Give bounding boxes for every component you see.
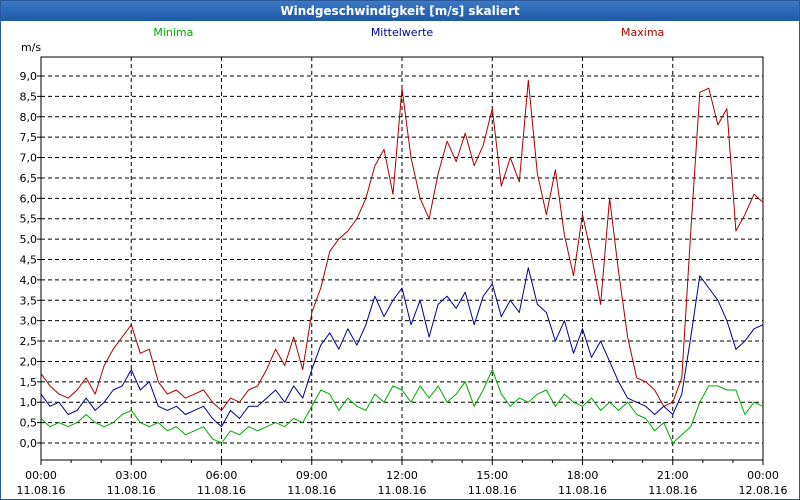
x-tick-time: 18:00: [567, 469, 599, 482]
x-tick-date: 11.08.16: [378, 484, 427, 497]
y-axis-label: m/s: [21, 41, 41, 54]
x-tick-time: 06:00: [206, 469, 238, 482]
x-tick-date: 11.08.16: [17, 484, 66, 497]
chart-window: Windgeschwindigkeit [m/s] skaliert m/s 0…: [0, 0, 800, 500]
x-tick-time: 09:00: [296, 469, 328, 482]
x-tick-date: 12.08.16: [739, 484, 788, 497]
y-tick-label: 4,0: [20, 274, 38, 287]
y-tick-label: 8,5: [20, 90, 38, 103]
x-tick-date: 11.08.16: [558, 484, 607, 497]
y-axis: 0,0 0,5 1,0 1,5 2,0 2,5 3,0 3,5 4,0 4,5 5,0 5,5 6,0 6…: [20, 70, 41, 450]
x-tick-date: 11.08.16: [197, 484, 246, 497]
y-tick-label: 7,0: [20, 152, 38, 165]
x-tick-date: 11.08.16: [107, 484, 156, 497]
y-tick-label: 2,0: [20, 355, 38, 368]
x-tick-time: 03:00: [115, 469, 147, 482]
plot-area: [40, 56, 764, 461]
y-tick-label: 2,5: [20, 335, 38, 348]
grid-lines: [41, 57, 763, 460]
y-tick-label: 6,5: [20, 172, 38, 185]
y-tick-label: 4,5: [20, 254, 38, 267]
x-tick-date: 11.08.16: [287, 484, 336, 497]
x-tick-date: 11.08.16: [648, 484, 697, 497]
window-title: Windgeschwindigkeit [m/s] skaliert: [1, 1, 799, 21]
legend: Minima Mittelwerte Maxima: [153, 26, 664, 39]
y-tick-label: 6,0: [20, 192, 38, 205]
y-tick-label: 7,5: [20, 131, 38, 144]
x-tick-time: 15:00: [476, 469, 508, 482]
legend-entry-mittelwerte: Mittelwerte: [371, 26, 434, 39]
y-tick-label: 8,0: [20, 111, 38, 124]
legend-entry-minima: Minima: [153, 26, 193, 39]
x-tick-date: 11.08.16: [468, 484, 517, 497]
y-tick-label: 1,0: [20, 396, 38, 409]
x-axis: 00:00 11.08.16 03:00 11.08.16 06:00 11.08.16 0…: [17, 460, 788, 497]
y-tick-label: 3,0: [20, 315, 38, 328]
y-tick-label: 0,0: [20, 437, 38, 450]
y-tick-label: 0,5: [20, 417, 38, 430]
y-tick-label: 9,0: [20, 70, 38, 83]
x-tick-time: 12:00: [386, 469, 418, 482]
x-tick-time: 21:00: [657, 469, 689, 482]
y-tick-label: 3,5: [20, 294, 38, 307]
y-tick-label: 1,5: [20, 376, 38, 389]
x-tick-time: 00:00: [747, 469, 779, 482]
x-tick-time: 00:00: [25, 469, 57, 482]
y-tick-label: 5,5: [20, 213, 38, 226]
y-tick-label: 5,0: [20, 233, 38, 246]
chart-canvas: m/s 0,0 0,5 1,0 1,5 2,0 2,5 3,0 3,5 4,0 4,5 5,0 5,5…: [17, 26, 788, 497]
legend-entry-maxima: Maxima: [621, 26, 664, 39]
